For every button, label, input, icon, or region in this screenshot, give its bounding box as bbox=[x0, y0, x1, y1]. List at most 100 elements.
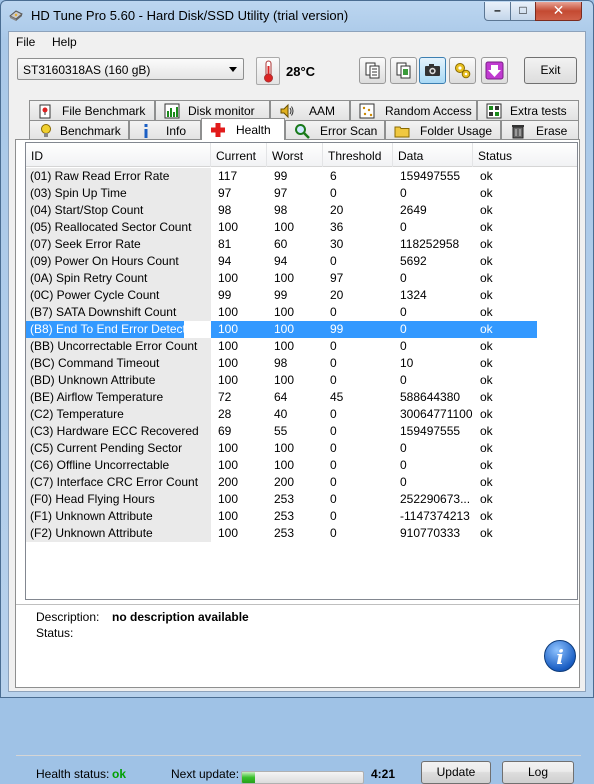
table-row[interactable]: (F0) Head Flying Hours 100 253 0 252290673..… bbox=[26, 491, 577, 508]
table-row[interactable]: (BB) Uncorrectable Error Count 100 100 0 0 ok bbox=[26, 338, 577, 355]
table-row[interactable]: (C3) Hardware ECC Recovered 69 55 0 15949755… bbox=[26, 423, 577, 440]
tab-label: Extra tests bbox=[510, 104, 567, 118]
table-row[interactable]: (BC) Command Timeout 100 98 0 10 ok bbox=[26, 355, 577, 372]
threshold-value: 0 bbox=[330, 424, 337, 438]
table-row[interactable]: (C7) Interface CRC Error Count 200 200 0 0 ok bbox=[26, 474, 577, 491]
tab-erase[interactable]: Erase bbox=[501, 120, 579, 140]
worst-value: 55 bbox=[274, 424, 288, 438]
drive-select-value: ST3160318AS (160 gB) bbox=[23, 63, 151, 77]
tab-label: Info bbox=[166, 124, 187, 138]
status: ok bbox=[480, 492, 493, 506]
tab-disk-monitor[interactable]: Disk monitor bbox=[155, 100, 270, 120]
threshold-value: 97 bbox=[330, 271, 344, 285]
tab-aam[interactable]: AAM bbox=[270, 100, 350, 120]
table-row[interactable]: (07) Seek Error Rate 81 60 30 118252958 ok bbox=[26, 236, 577, 253]
minimize-button[interactable]: – bbox=[484, 2, 511, 21]
worst-value: 99 bbox=[274, 169, 288, 183]
tab-error-scan[interactable]: Error Scan bbox=[285, 120, 385, 140]
column-header-data[interactable]: Data bbox=[393, 143, 473, 167]
table-row[interactable]: (B8) End To End Error Detection 100 100 99 0… bbox=[26, 321, 577, 338]
table-row[interactable]: (0C) Power Cycle Count 99 99 20 1324 ok bbox=[26, 287, 577, 304]
current-value: 100 bbox=[218, 322, 239, 336]
tab-file-benchmark[interactable]: File Benchmark bbox=[29, 100, 155, 120]
current-value: 81 bbox=[218, 237, 232, 251]
table-row[interactable]: (04) Start/Stop Count 98 98 20 2649 ok bbox=[26, 202, 577, 219]
tab-folder-usage[interactable]: Folder Usage bbox=[385, 120, 501, 140]
table-row[interactable]: (B7) SATA Downshift Count 100 100 0 0 ok bbox=[26, 304, 577, 321]
threshold-value: 0 bbox=[330, 356, 337, 370]
maximize-button[interactable]: □ bbox=[510, 2, 536, 21]
smart-table[interactable]: ID Current Worst Threshold Data Status (… bbox=[25, 142, 578, 600]
threshold-value: 0 bbox=[330, 458, 337, 472]
tab-info[interactable]: Info bbox=[129, 120, 201, 140]
exit-button[interactable]: Exit bbox=[524, 57, 577, 84]
current-value: 69 bbox=[218, 424, 232, 438]
tab-health[interactable]: Health bbox=[201, 118, 285, 140]
column-header-worst[interactable]: Worst bbox=[267, 143, 323, 167]
tab-benchmark[interactable]: Benchmark bbox=[29, 120, 129, 140]
download-button[interactable] bbox=[481, 57, 508, 84]
close-button[interactable]: ✕ bbox=[535, 2, 582, 21]
menu-bar: File Help bbox=[9, 32, 585, 52]
column-header-status[interactable]: Status bbox=[473, 143, 577, 167]
table-row[interactable]: (01) Raw Read Error Rate 117 99 6 159497555 o… bbox=[26, 168, 577, 185]
status: ok bbox=[480, 509, 493, 523]
raw-data: 0 bbox=[400, 220, 407, 234]
camera-button[interactable] bbox=[419, 57, 446, 84]
raw-data: 0 bbox=[400, 305, 407, 319]
close-icon: ✕ bbox=[552, 2, 565, 18]
table-row[interactable]: (09) Power On Hours Count 94 94 0 5692 ok bbox=[26, 253, 577, 270]
table-row[interactable]: (C6) Offline Uncorrectable 100 100 0 0 ok bbox=[26, 457, 577, 474]
attribute-id: (03) Spin Up Time bbox=[30, 186, 127, 200]
current-value: 28 bbox=[218, 407, 232, 421]
update-button[interactable]: Update bbox=[421, 761, 491, 784]
update-progress-bar bbox=[241, 771, 364, 784]
status: ok bbox=[480, 475, 493, 489]
attribute-id: (BD) Unknown Attribute bbox=[30, 373, 156, 387]
options-button[interactable] bbox=[449, 57, 476, 84]
threshold-value: 0 bbox=[330, 186, 337, 200]
copy-screenshot-button[interactable] bbox=[390, 57, 417, 84]
raw-data: 588644380 bbox=[400, 390, 461, 404]
table-row[interactable]: (C2) Temperature 28 40 0 30064771100 ok bbox=[26, 406, 577, 423]
threshold-value: 0 bbox=[330, 373, 337, 387]
menu-help[interactable]: Help bbox=[52, 35, 77, 49]
description-value: no description available bbox=[112, 610, 249, 624]
threshold-value: 0 bbox=[330, 526, 337, 540]
attribute-id: (0C) Power Cycle Count bbox=[30, 288, 160, 302]
current-value: 100 bbox=[218, 526, 239, 540]
log-button[interactable]: Log bbox=[502, 761, 574, 784]
table-row[interactable]: (03) Spin Up Time 97 97 0 0 ok bbox=[26, 185, 577, 202]
column-header-threshold[interactable]: Threshold bbox=[323, 143, 393, 167]
table-row[interactable]: (05) Reallocated Sector Count 100 100 36 0 ok bbox=[26, 219, 577, 236]
column-header-current[interactable]: Current bbox=[211, 143, 267, 167]
current-value: 100 bbox=[218, 339, 239, 353]
table-row[interactable]: (0A) Spin Retry Count 100 100 97 0 ok bbox=[26, 270, 577, 287]
worst-value: 94 bbox=[274, 254, 288, 268]
window-title: HD Tune Pro 5.60 - Hard Disk/SSD Utility… bbox=[31, 8, 349, 23]
copy-screenshot-icon bbox=[396, 62, 411, 79]
info-button[interactable]: i bbox=[544, 640, 576, 672]
tab-random-access[interactable]: Random Access bbox=[350, 100, 477, 120]
status-label: Status: bbox=[36, 626, 74, 640]
table-row[interactable]: (BE) Airflow Temperature 72 64 45 588644380 o… bbox=[26, 389, 577, 406]
table-row[interactable]: (C5) Current Pending Sector 100 100 0 0 ok bbox=[26, 440, 577, 457]
column-header-id[interactable]: ID bbox=[26, 143, 211, 167]
threshold-value: 0 bbox=[330, 475, 337, 489]
raw-data: 30064771100 bbox=[400, 407, 473, 421]
tab-extra-tests[interactable]: Extra tests bbox=[477, 100, 579, 120]
info-icon: i bbox=[556, 645, 564, 669]
table-row[interactable]: (F1) Unknown Attribute 100 253 0 -1147374213… bbox=[26, 508, 577, 525]
table-row[interactable]: (BD) Unknown Attribute 100 100 0 0 ok bbox=[26, 372, 577, 389]
copy-text-button[interactable] bbox=[359, 57, 386, 84]
attribute-id: (04) Start/Stop Count bbox=[30, 203, 144, 217]
status: ok bbox=[480, 339, 493, 353]
tab-label: Benchmark bbox=[60, 124, 121, 138]
raw-data: 0 bbox=[400, 339, 407, 353]
app-window: HD Tune Pro 5.60 - Hard Disk/SSD Utility… bbox=[0, 0, 594, 784]
status: ok bbox=[480, 441, 493, 455]
table-row[interactable]: (F2) Unknown Attribute 100 253 0 910770333 ok bbox=[26, 525, 577, 542]
menu-file[interactable]: File bbox=[16, 35, 35, 49]
drive-select[interactable]: ST3160318AS (160 gB) bbox=[17, 58, 244, 80]
title-bar[interactable]: HD Tune Pro 5.60 - Hard Disk/SSD Utility… bbox=[1, 1, 593, 31]
